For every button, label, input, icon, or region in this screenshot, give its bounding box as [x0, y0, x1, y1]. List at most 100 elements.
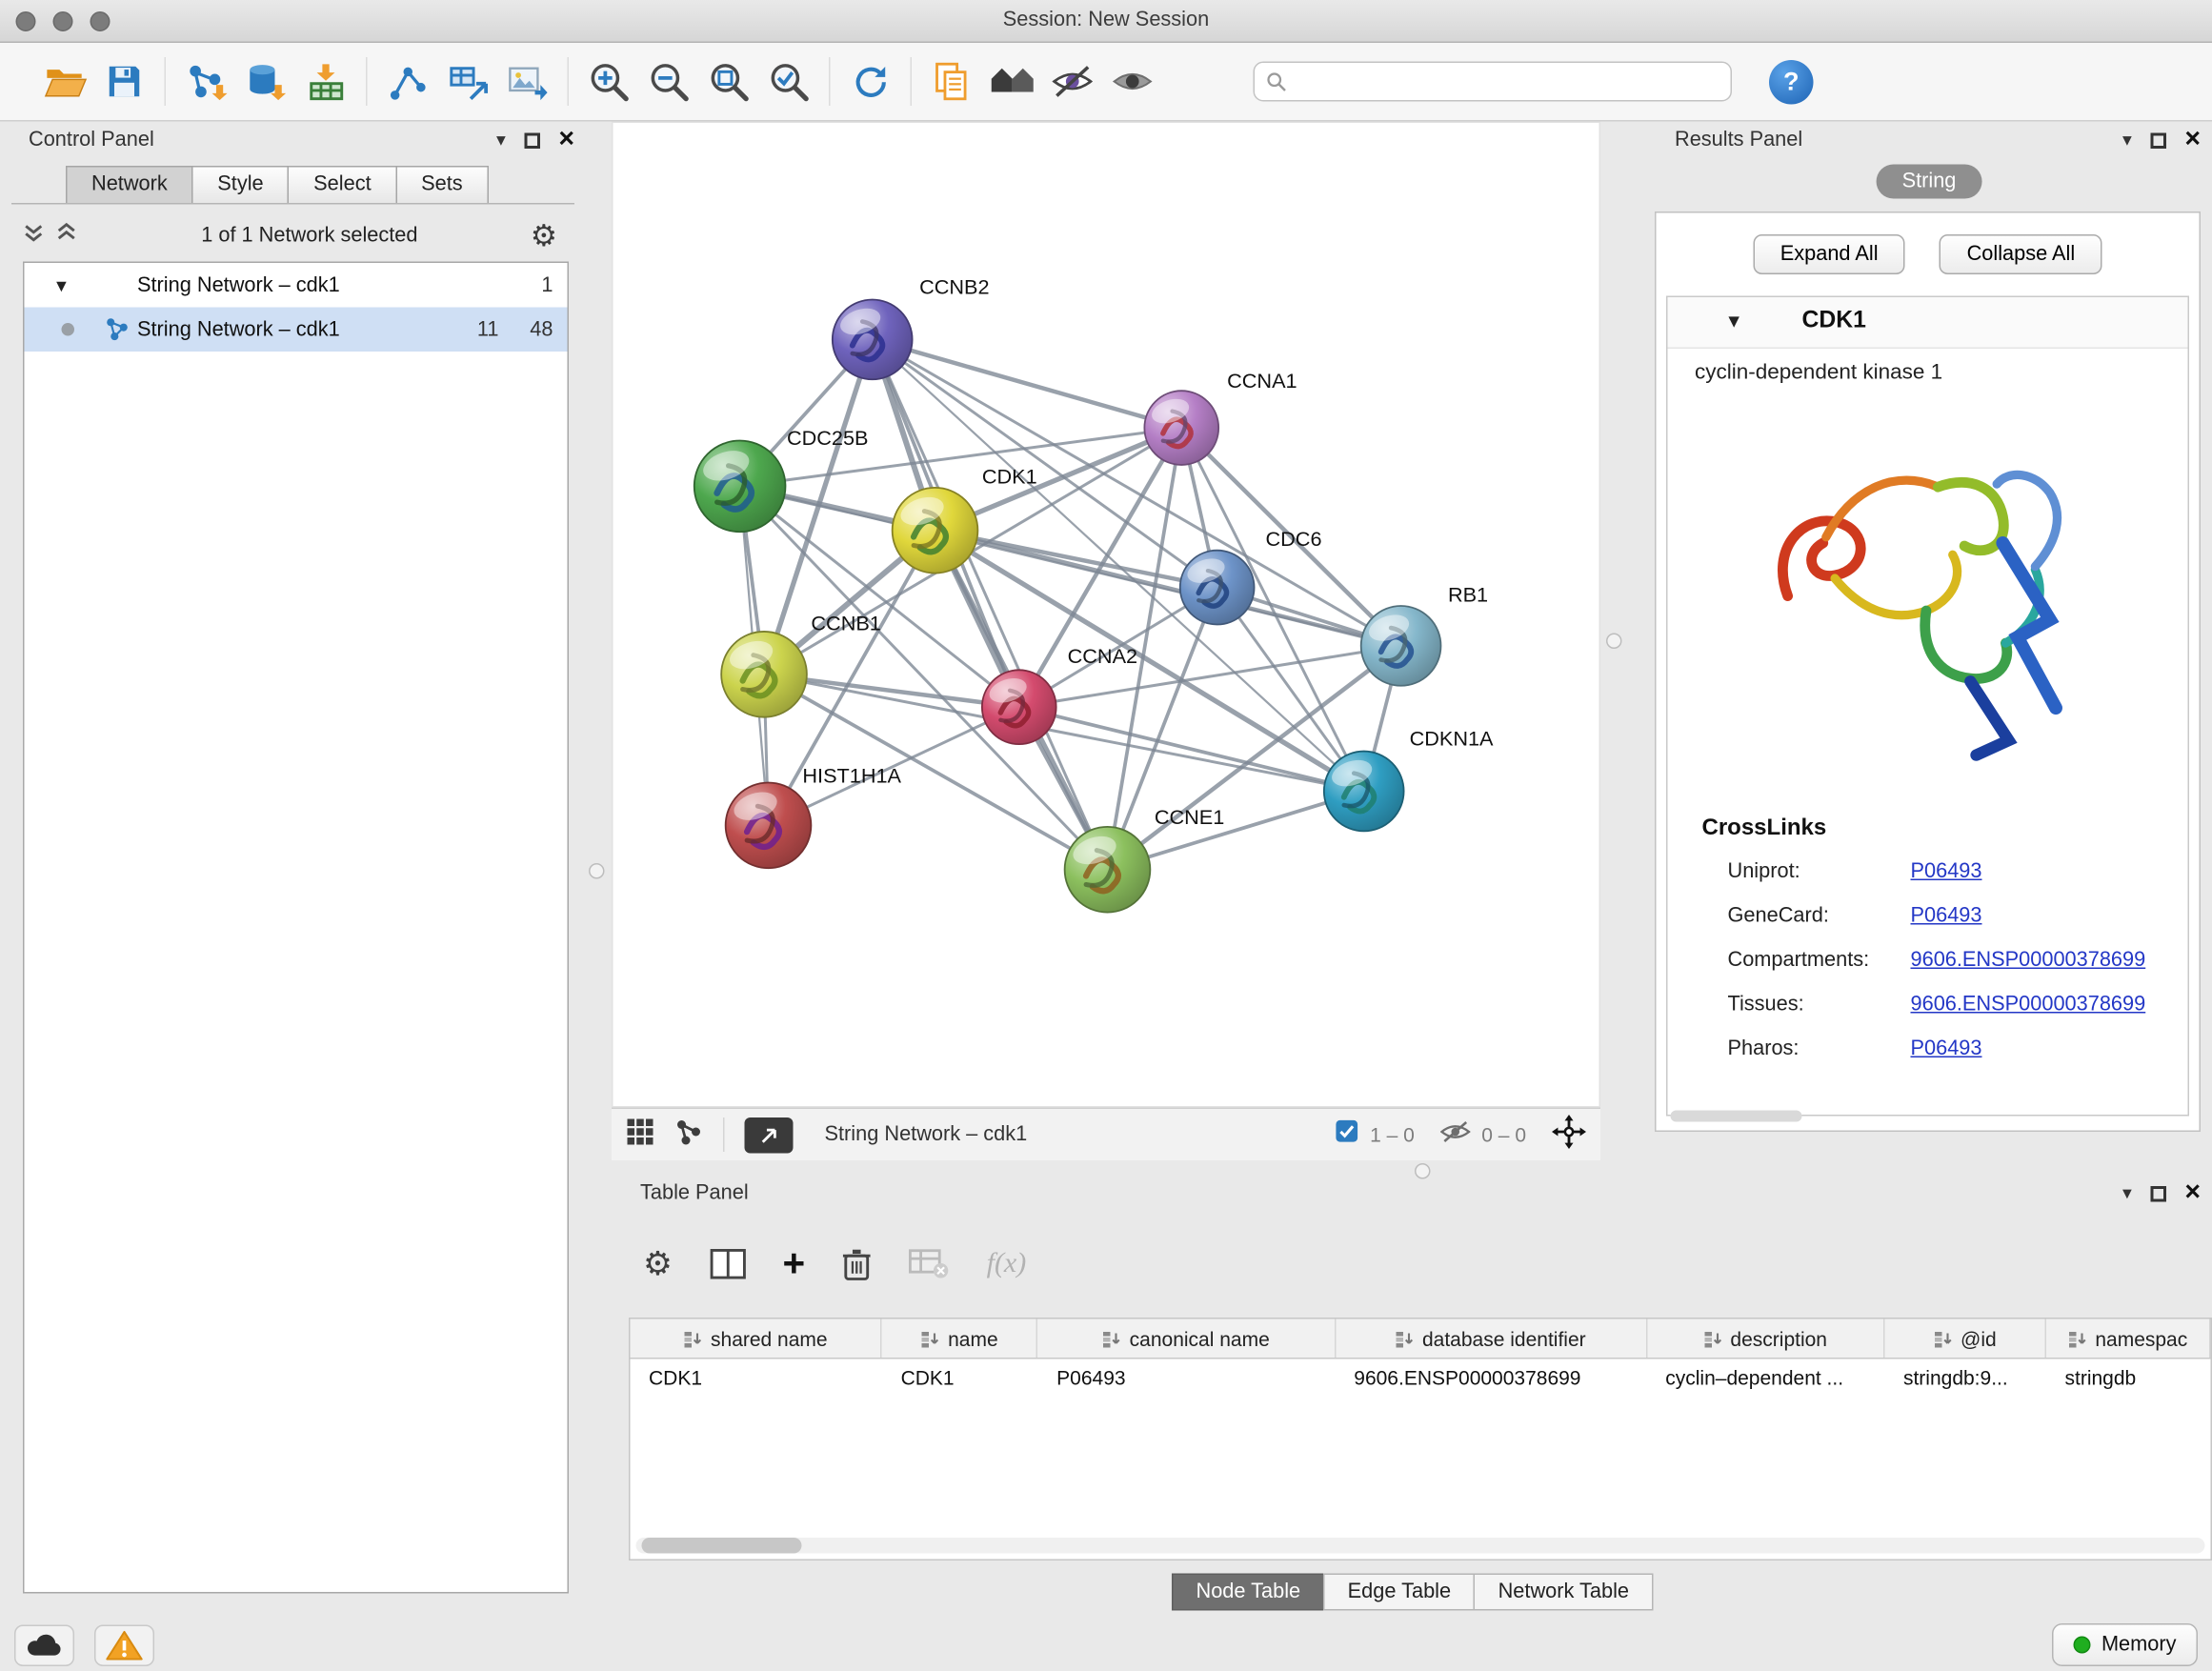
tab-select[interactable]: Select [288, 166, 396, 205]
import-network-from-file-button[interactable] [176, 50, 236, 113]
network-node-cdkn1a[interactable]: CDKN1A [1324, 727, 1494, 832]
collapse-all-icon[interactable] [23, 222, 45, 251]
crosslink-link[interactable]: P06493 [1911, 905, 1982, 928]
move-crosshair-icon[interactable] [1552, 1114, 1586, 1156]
panel-collapse-icon[interactable]: ▾ [496, 128, 506, 153]
column-header-name[interactable]: name [882, 1319, 1038, 1359]
delete-column-button[interactable] [842, 1245, 873, 1281]
column-header-namespac[interactable]: namespac [2046, 1319, 2210, 1359]
open-in-window-button[interactable] [745, 1117, 794, 1153]
network-node-ccna1[interactable]: CCNA1 [1144, 369, 1297, 465]
collapse-all-button[interactable]: Collapse All [1940, 234, 2102, 274]
network-edge[interactable] [935, 531, 1401, 646]
zoom-selected-button[interactable] [759, 50, 819, 113]
crosslink-link[interactable]: 9606.ENSP00000378699 [1911, 949, 2146, 972]
panel-close-icon[interactable]: × [2184, 1182, 2201, 1205]
hidden-eye-slash-icon[interactable] [1440, 1119, 1471, 1150]
minimize-window-button[interactable] [53, 11, 73, 31]
warning-button[interactable] [94, 1624, 154, 1666]
panel-collapse-icon[interactable]: ▾ [2122, 1180, 2132, 1206]
crosslink-link[interactable]: P06493 [1911, 860, 1982, 883]
column-header-canonical-name[interactable]: canonical name [1038, 1319, 1336, 1359]
splitter-handle[interactable] [589, 863, 605, 879]
warning-icon [106, 1628, 143, 1661]
collection-caret-icon[interactable]: ▼ [53, 275, 70, 295]
results-horizontal-scrollbar[interactable] [1671, 1111, 1802, 1122]
tab-sets[interactable]: Sets [395, 166, 489, 205]
table-row[interactable]: CDK1CDK1P064939606.ENSP00000378699cyclin… [631, 1359, 2211, 1399]
network-edge[interactable] [873, 339, 1108, 869]
tab-edge-table[interactable]: Edge Table [1323, 1574, 1475, 1611]
split-columns-button[interactable] [710, 1248, 746, 1278]
expand-all-icon[interactable] [56, 222, 78, 251]
panel-close-icon[interactable]: × [558, 129, 574, 151]
crosslink-row: GeneCard:P06493 [1728, 895, 2188, 939]
scrollbar-thumb[interactable] [642, 1538, 802, 1554]
table-cell: P06493 [1038, 1359, 1336, 1399]
crosslink-link[interactable]: 9606.ENSP00000378699 [1911, 994, 2146, 1017]
column-header-description[interactable]: description [1647, 1319, 1885, 1359]
zoom-fit-button[interactable] [699, 50, 759, 113]
network-options-gear-icon[interactable]: ⚙ [531, 218, 557, 254]
close-window-button[interactable] [16, 11, 36, 31]
selected-checkbox-icon[interactable] [1335, 1119, 1359, 1151]
table-cell: 9606.ENSP00000378699 [1336, 1359, 1647, 1399]
column-header--id[interactable]: @id [1885, 1319, 2046, 1359]
card-collapse-caret-icon[interactable]: ▼ [1725, 311, 1743, 332]
table-horizontal-scrollbar[interactable] [636, 1538, 2205, 1554]
show-graphics-details-button[interactable] [1102, 50, 1162, 113]
panel-float-icon[interactable] [2150, 132, 2166, 149]
column-header-shared-name[interactable]: shared name [631, 1319, 883, 1359]
tab-network[interactable]: Network [66, 166, 193, 205]
tab-network-table[interactable]: Network Table [1474, 1574, 1653, 1611]
network-edge[interactable] [873, 339, 1182, 428]
delete-table-button[interactable] [910, 1248, 950, 1278]
open-session-button[interactable] [34, 50, 94, 113]
new-network-button[interactable] [377, 50, 437, 113]
export-image-button[interactable] [497, 50, 557, 113]
refresh-button[interactable] [840, 50, 900, 113]
import-network-from-database-button[interactable] [236, 50, 296, 113]
share-view-icon[interactable] [674, 1117, 703, 1153]
new-network-from-table-button[interactable] [437, 50, 497, 113]
table-settings-button[interactable]: ⚙ [643, 1244, 673, 1283]
panel-close-icon[interactable]: × [2184, 129, 2201, 151]
network-collection-row[interactable]: ▼ String Network – cdk1 1 [25, 263, 568, 308]
help-button[interactable]: ? [1769, 59, 1814, 104]
tab-string[interactable]: String [1877, 165, 1982, 199]
network-node-ccnb1[interactable]: CCNB1 [721, 611, 881, 716]
memory-button[interactable]: Memory [2051, 1623, 2198, 1666]
network-node-ccnb2[interactable]: CCNB2 [833, 274, 990, 379]
network-node-cdk1[interactable]: CDK1 [893, 464, 1037, 573]
save-session-button[interactable] [94, 50, 154, 113]
column-sort-icon [684, 1328, 704, 1348]
expand-all-button[interactable]: Expand All [1753, 234, 1905, 274]
cloud-status-button[interactable] [14, 1624, 74, 1666]
home-button[interactable] [982, 50, 1042, 113]
hide-graphics-details-button[interactable] [1042, 50, 1102, 113]
search-input[interactable] [1297, 70, 1719, 93]
network-list-toolbar: 1 of 1 Network selected ⚙ [23, 216, 569, 256]
tab-style[interactable]: Style [191, 166, 289, 205]
network-node-ccne1[interactable]: CCNE1 [1065, 805, 1225, 913]
column-header-database-identifier[interactable]: database identifier [1336, 1319, 1647, 1359]
panel-collapse-icon[interactable]: ▾ [2122, 128, 2132, 153]
copy-style-button[interactable] [922, 50, 982, 113]
import-table-from-file-button[interactable] [296, 50, 356, 113]
zoom-in-button[interactable] [579, 50, 639, 113]
zoom-out-button[interactable] [639, 50, 699, 113]
panel-float-icon[interactable] [2150, 1185, 2166, 1201]
network-node-hist1h1a[interactable]: HIST1H1A [726, 763, 902, 868]
network-canvas[interactable]: CCNB2CCNA1CDC25BCDK1CDC6RB1CCNB1CCNA2CDK… [612, 122, 1600, 1108]
panel-float-icon[interactable] [524, 132, 540, 149]
splitter-handle[interactable] [1606, 634, 1622, 650]
crosslink-link[interactable]: P06493 [1911, 1037, 1982, 1060]
function-builder-button[interactable]: f(x) [987, 1247, 1027, 1280]
add-column-button[interactable]: + [782, 1248, 805, 1279]
maximize-window-button[interactable] [90, 11, 111, 31]
network-row[interactable]: String Network – cdk1 11 48 [25, 308, 568, 352]
tab-node-table[interactable]: Node Table [1172, 1574, 1325, 1611]
network-node-rb1[interactable]: RB1 [1361, 583, 1488, 686]
column-sort-icon [1703, 1328, 1723, 1348]
grid-view-icon[interactable] [626, 1117, 654, 1153]
